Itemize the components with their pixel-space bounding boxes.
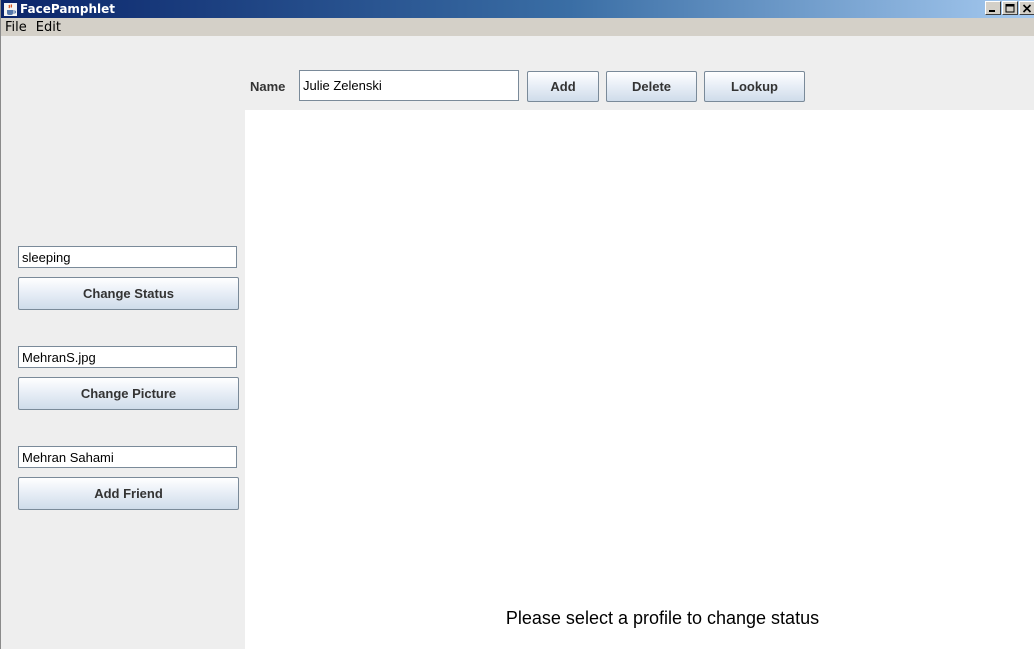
close-button[interactable] [1019, 1, 1034, 15]
left-sidebar: Change Status Change Picture Add Friend [1, 110, 245, 649]
maximize-icon [1005, 3, 1015, 12]
menu-file[interactable]: File [1, 20, 32, 35]
menu-bar: File Edit [1, 18, 1034, 36]
name-input[interactable] [299, 70, 519, 101]
change-status-button[interactable]: Change Status [18, 277, 239, 310]
title-bar[interactable]: FacePamphlet [1, 0, 1034, 18]
lookup-button[interactable]: Lookup [704, 71, 805, 102]
friend-input[interactable] [18, 446, 237, 468]
picture-input[interactable] [18, 346, 237, 368]
menu-edit[interactable]: Edit [32, 20, 66, 35]
top-toolbar: Name Add Delete Lookup [1, 36, 1034, 110]
add-friend-button[interactable]: Add Friend [18, 477, 239, 510]
maximize-button[interactable] [1002, 1, 1018, 15]
status-input[interactable] [18, 246, 237, 268]
add-button[interactable]: Add [527, 71, 599, 102]
name-label: Name [250, 79, 286, 94]
minimize-button[interactable] [985, 1, 1001, 15]
change-picture-button[interactable]: Change Picture [18, 377, 239, 410]
delete-button[interactable]: Delete [606, 71, 697, 102]
status-message: Please select a profile to change status [505, 608, 820, 628]
java-coffee-icon[interactable] [3, 2, 17, 16]
window-controls [985, 1, 1034, 15]
close-icon [1022, 3, 1032, 13]
minimize-icon [989, 9, 995, 12]
window-title: FacePamphlet [20, 2, 116, 16]
app-window: FacePamphlet File Edit Name Add Delete L… [0, 0, 1034, 649]
profile-canvas: Please select a profile to change status [245, 110, 1034, 649]
